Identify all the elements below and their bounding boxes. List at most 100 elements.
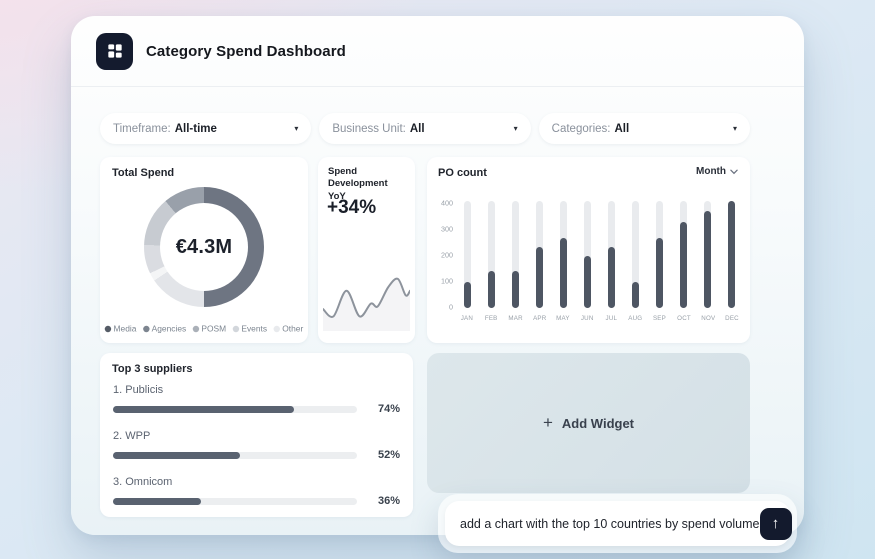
dashboard-panel: Category Spend Dashboard Timeframe: All-… (71, 16, 804, 535)
supplier-percentage: 74% (368, 403, 400, 415)
legend-item-agencies: Agencies (143, 324, 186, 334)
bar-track (608, 201, 615, 308)
total-spend-card: Total Spend €4.3M Media Agencies POSM Event… (100, 157, 308, 343)
supplier-bar-fill (113, 498, 201, 505)
bar-track (560, 201, 567, 308)
chevron-down-icon: ▾ (733, 124, 737, 133)
supplier-name: 2. WPP (113, 430, 400, 442)
filter-business-unit-value: All (410, 123, 425, 135)
supplier-percentage: 36% (368, 495, 400, 507)
supplier-row: 3. Omnicom 36% (113, 476, 400, 507)
total-spend-legend: Media Agencies POSM Events Other (105, 324, 303, 334)
bar-fill (656, 238, 663, 308)
bar-track (704, 201, 711, 308)
y-axis-tick-label: 200 (437, 252, 453, 259)
bar-fill (464, 282, 471, 308)
supplier-name: 1. Publicis (113, 384, 400, 396)
legend-item-media: Media (105, 324, 137, 334)
supplier-row: 1. Publicis 74% (113, 384, 400, 415)
po-bar-jul: JUL (603, 201, 619, 326)
legend-dot (105, 326, 111, 332)
y-axis-tick-label: 0 (437, 304, 453, 311)
bar-track (656, 201, 663, 308)
po-bar-oct: OCT (676, 201, 692, 326)
top-suppliers-list: 1. Publicis 74% 2. WPP 52% 3. Omnicom 36% (113, 384, 400, 522)
add-widget-button[interactable]: + Add Widget (427, 353, 750, 493)
y-axis-tick-label: 400 (437, 200, 453, 207)
legend-item-events: Events (233, 324, 267, 334)
panel-header: Category Spend Dashboard (71, 16, 804, 87)
send-button[interactable]: ↑ (760, 508, 792, 540)
po-count-granularity-selector[interactable]: Month (696, 166, 738, 177)
bar-fill (632, 282, 639, 308)
supplier-name: 3. Omnicom (113, 476, 400, 488)
x-axis-tick-label: MAY (557, 315, 571, 322)
supplier-percentage: 52% (368, 449, 400, 461)
bar-fill (536, 247, 543, 308)
filter-categories[interactable]: Categories: All ▾ (539, 113, 750, 144)
add-widget-label: Add Widget (562, 416, 634, 431)
chat-bar: add a chart with the top 10 countries by… (438, 494, 797, 553)
bar-track (728, 201, 735, 308)
legend-dot (193, 326, 199, 332)
supplier-bar-fill (113, 452, 240, 459)
legend-label: POSM (201, 324, 226, 334)
x-axis-tick-label: NOV (701, 315, 715, 322)
po-count-card: PO count Month 400 300 200 100 0 JAN FEB MAR AP… (427, 157, 750, 343)
po-bar-jun: JUN (579, 201, 595, 326)
top-suppliers-title: Top 3 suppliers (112, 363, 192, 375)
x-axis-tick-label: FEB (485, 315, 498, 322)
chevron-down-icon (730, 169, 738, 175)
x-axis-tick-label: OCT (677, 315, 691, 322)
supplier-row: 2. WPP 52% (113, 430, 400, 461)
legend-dot (273, 326, 279, 332)
filter-business-unit-label: Business Unit: (332, 123, 406, 135)
bar-fill (488, 271, 495, 308)
total-spend-title: Total Spend (112, 167, 174, 179)
supplier-bar-track (113, 406, 357, 413)
app-logo (96, 33, 133, 70)
filter-bar: Timeframe: All-time ▾ Business Unit: All… (100, 113, 750, 144)
po-bar-may: MAY (555, 201, 571, 326)
bar-track (584, 201, 591, 308)
x-axis-tick-label: MAR (508, 315, 522, 322)
supplier-bar-row: 36% (113, 495, 400, 507)
bar-track (536, 201, 543, 308)
bar-fill (608, 247, 615, 308)
up-arrow-icon: ↑ (772, 515, 780, 532)
chat-input[interactable]: add a chart with the top 10 countries by… (445, 501, 790, 546)
y-axis-tick-label: 100 (437, 278, 453, 285)
filter-timeframe-value: All-time (175, 123, 217, 135)
dashboard-grid-icon (105, 41, 125, 61)
x-axis-tick-label: SEP (653, 315, 666, 322)
bar-fill (584, 256, 591, 308)
po-count-granularity-value: Month (696, 166, 726, 177)
total-spend-donut: €4.3M (144, 187, 264, 307)
supplier-bar-row: 74% (113, 403, 400, 415)
legend-item-posm: POSM (193, 324, 227, 334)
bar-track (464, 201, 471, 308)
bar-track (680, 201, 687, 308)
po-count-title: PO count (438, 167, 487, 179)
bar-fill (728, 201, 735, 308)
po-bar-jan: JAN (459, 201, 475, 326)
x-axis-tick-label: JUN (581, 315, 594, 322)
bar-track (632, 201, 639, 308)
filter-business-unit[interactable]: Business Unit: All ▾ (319, 113, 530, 144)
legend-item-other: Other (273, 324, 303, 334)
filter-timeframe[interactable]: Timeframe: All-time ▾ (100, 113, 311, 144)
x-axis-tick-label: APR (533, 315, 546, 322)
chevron-down-icon: ▾ (514, 124, 518, 133)
supplier-bar-row: 52% (113, 449, 400, 461)
supplier-bar-fill (113, 406, 294, 413)
po-bar-feb: FEB (483, 201, 499, 326)
chat-input-text: add a chart with the top 10 countries by… (460, 517, 760, 531)
bar-track (488, 201, 495, 308)
supplier-bar-track (113, 498, 357, 505)
legend-dot (233, 326, 239, 332)
bar-fill (680, 222, 687, 308)
x-axis-tick-label: JAN (461, 315, 473, 322)
po-bar-apr: APR (531, 201, 547, 326)
chevron-down-icon: ▾ (294, 124, 298, 133)
y-axis-tick-label: 300 (437, 226, 453, 233)
